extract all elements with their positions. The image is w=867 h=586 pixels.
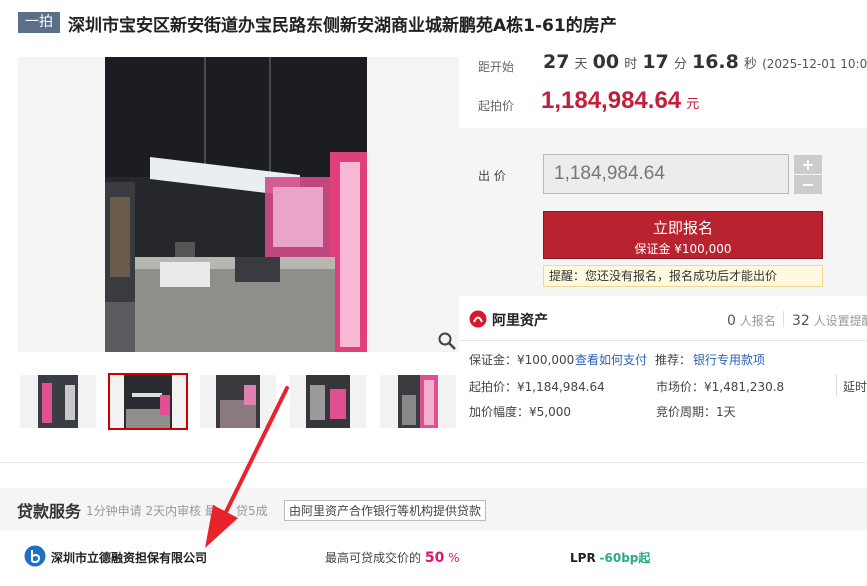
countdown-label: 距开始 <box>478 60 515 74</box>
bid-increase-button[interactable]: + <box>794 155 822 174</box>
start-price-value: 1,184,984.64 <box>541 87 682 114</box>
start-time-note: (2025-12-01 10:00开拍) <box>762 57 867 71</box>
start-price-unit: 元 <box>686 97 700 112</box>
section-divider <box>0 462 867 463</box>
loan-ratio-unit: % <box>448 551 460 565</box>
countdown-timer: 27 天 00 时 17 分 16.8 秒 (2025-12-01 10:00开… <box>543 51 867 73</box>
increment-detail: 加价幅度：¥5,000 <box>469 405 571 419</box>
start-price-detail: 起拍价：¥1,184,984.64 <box>469 380 605 394</box>
countdown-days-unit: 天 <box>574 57 588 72</box>
recommend-label: 推荐： <box>655 353 692 367</box>
countdown-days: 27 <box>543 51 570 73</box>
thumbnail-1[interactable] <box>20 375 96 428</box>
signup-button-label: 立即报名 <box>652 219 713 237</box>
bid-label: 出 价 <box>478 169 506 183</box>
deposit-info: 保证金：¥100,000 <box>469 353 575 367</box>
separator <box>836 374 837 396</box>
bid-decrease-button[interactable]: − <box>794 175 822 194</box>
lpr-label: LPR <box>570 551 596 565</box>
signups-count: 0 <box>727 313 736 329</box>
start-price: 1,184,984.64 元 <box>541 87 699 115</box>
recommend-link[interactable]: 银行专用款项 <box>693 351 765 368</box>
auction-round-badge: 一拍 <box>18 12 60 33</box>
thumbnail-5[interactable] <box>380 375 456 428</box>
loan-ratio-value: 50 <box>424 550 445 566</box>
bid-amount-input[interactable]: 1,184,984.64 <box>543 154 789 194</box>
signup-button[interactable]: 立即报名 保证金 ¥100,000 <box>543 211 823 259</box>
start-price-label: 起拍价 <box>478 99 515 113</box>
signup-reminder: 提醒：您还没有报名，报名成功后才能出价 <box>543 265 823 287</box>
loan-service-subtitle-tail: 贷5成 <box>236 504 268 518</box>
signups-label: 人报名 <box>739 314 776 328</box>
platform-name: 阿里资产 <box>492 313 548 329</box>
market-price-detail: 市场价：¥1,481,230.8 <box>656 380 785 394</box>
signups-count-block: 0 人报名 <box>727 312 776 329</box>
lender-logo <box>24 545 46 567</box>
cycle-detail: 竞价周期：1天 <box>656 405 736 419</box>
countdown-hours-unit: 时 <box>624 57 638 72</box>
reminders-label: 人设置提醒 <box>813 314 867 328</box>
zoom-icon[interactable] <box>437 331 457 351</box>
loan-ratio-label: 最高可贷成交价的 <box>325 551 422 565</box>
countdown-hours: 00 <box>592 51 620 73</box>
countdown-minutes-unit: 分 <box>673 57 687 72</box>
page-title: 深圳市宝安区新安街道办宝民路东侧新安湖商业城新鹏苑A栋1-61的房产 <box>68 16 617 36</box>
countdown-seconds: 16.8 <box>691 51 739 73</box>
how-to-pay-link[interactable]: 查看如何支付 <box>575 351 647 368</box>
loan-service-subtitle: 1分钟申请 2天内审核 最 <box>86 504 217 518</box>
thumbnail-2[interactable] <box>108 373 188 430</box>
reminders-count: 32 <box>792 313 810 329</box>
signup-deposit-label: 保证金 ¥100,000 <box>634 242 732 256</box>
countdown-seconds-unit: 秒 <box>743 57 757 72</box>
reminders-count-block: 32 人设置提醒 <box>792 312 867 329</box>
loan-provider-tag: 由阿里资产合作银行等机构提供贷款 <box>284 500 487 521</box>
thumbnail-4[interactable] <box>290 375 366 428</box>
divider <box>459 340 867 341</box>
lpr-value: -60bp起 <box>599 551 651 565</box>
loan-ratio: 最高可贷成交价的 50 % <box>325 549 460 566</box>
lender-name[interactable]: 深圳市立德融资担保有限公司 <box>51 549 207 566</box>
loan-service-title: 贷款服务 <box>17 502 82 521</box>
ali-asset-logo <box>469 310 487 328</box>
thumbnail-3[interactable] <box>200 375 276 428</box>
extension-detail: 延时 <box>843 380 867 394</box>
countdown-minutes: 17 <box>642 51 669 73</box>
main-photo[interactable] <box>105 57 367 352</box>
separator <box>783 311 784 327</box>
lpr-info: LPR -60bp起 <box>570 549 650 566</box>
